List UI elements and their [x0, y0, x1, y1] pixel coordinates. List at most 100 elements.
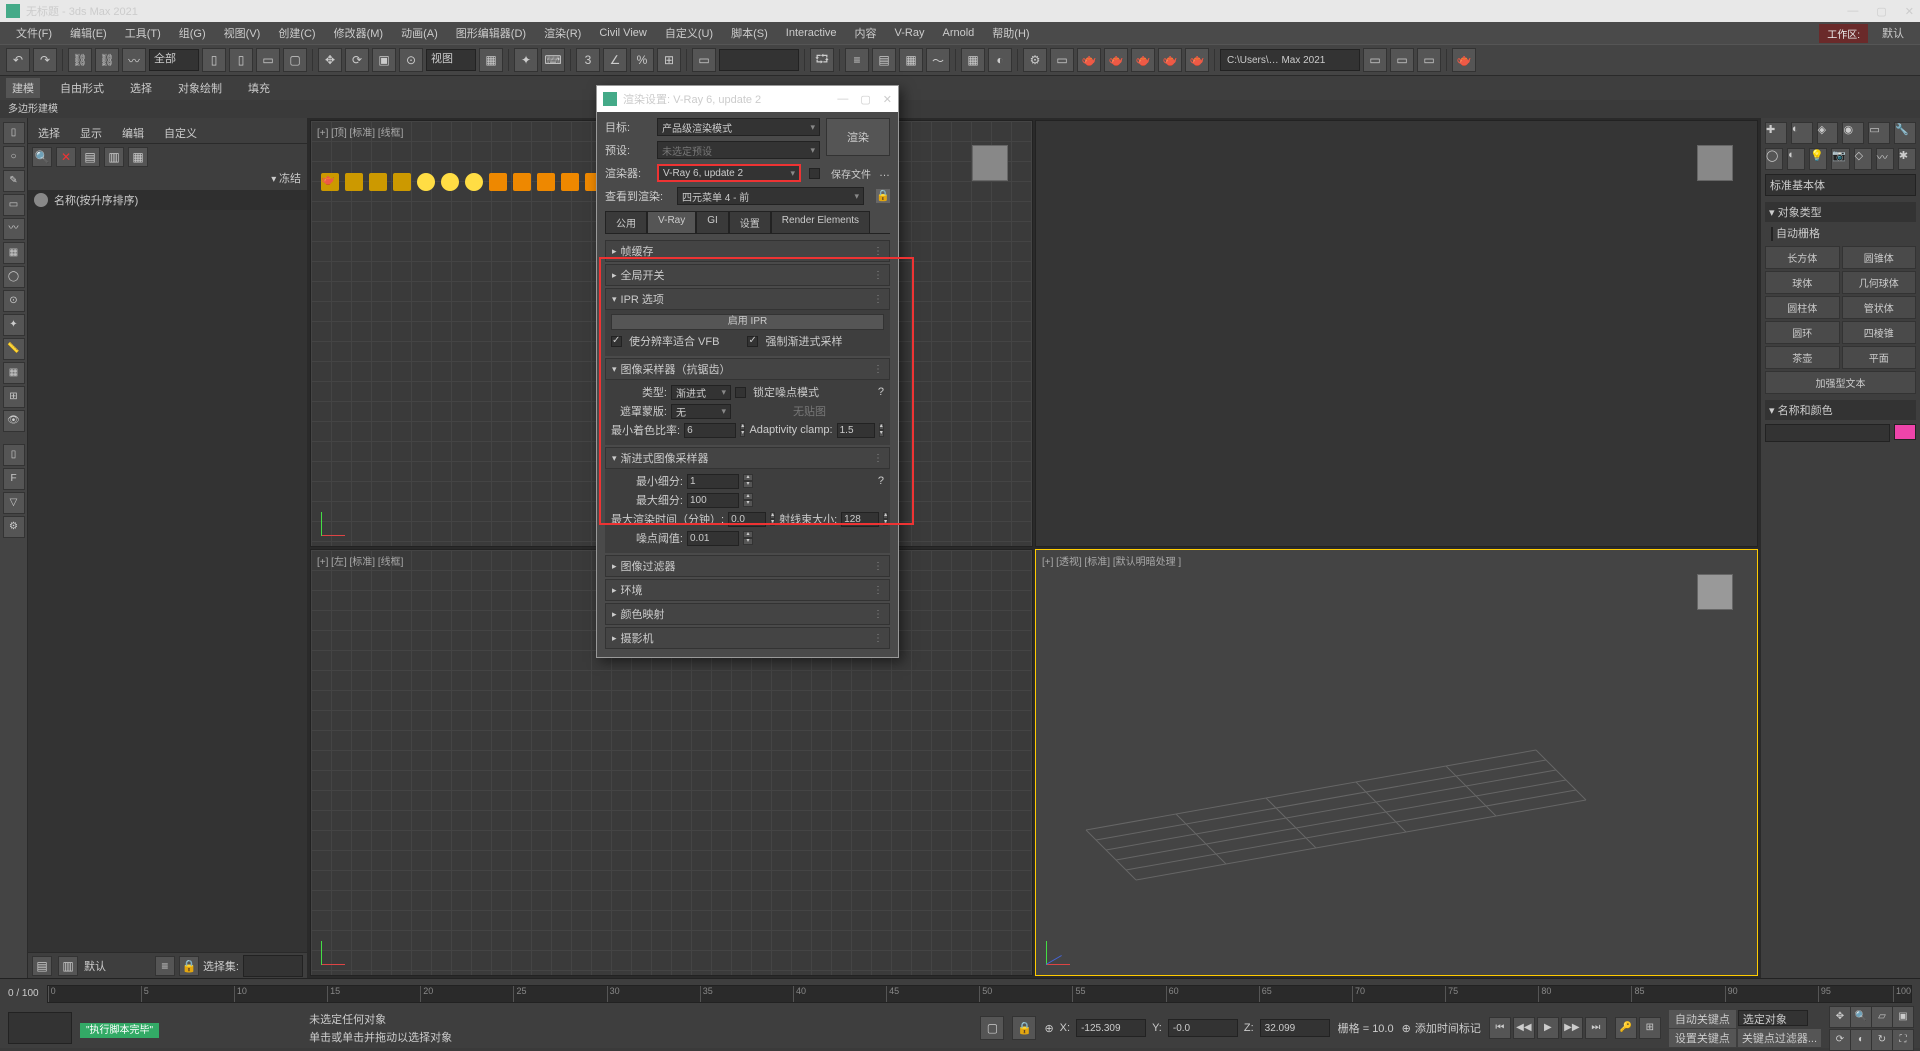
menu-edit[interactable]: 编辑(E)	[62, 23, 115, 43]
menu-customize[interactable]: 自定义(U)	[657, 23, 721, 43]
redo-button[interactable]: ↷	[33, 48, 57, 72]
dialog-minimize-button[interactable]: —	[837, 93, 848, 106]
viewcube-front[interactable]	[1685, 133, 1745, 193]
savefile-more[interactable]: …	[879, 167, 890, 179]
coord-y-input[interactable]	[1168, 1019, 1238, 1037]
undo-button[interactable]: ↶	[6, 48, 30, 72]
scene-tab-display[interactable]: 显示	[74, 123, 108, 143]
rollout-global[interactable]: 全局开关⋮	[605, 264, 890, 286]
preset-dropdown[interactable]: 未选定预设	[657, 141, 820, 159]
dialog-maximize-button[interactable]: ▢	[860, 93, 870, 106]
progressive-help-icon[interactable]: ?	[878, 475, 884, 487]
tab-settings[interactable]: 设置	[729, 211, 771, 233]
menu-animation[interactable]: 动画(A)	[393, 23, 446, 43]
obj-geosphere[interactable]: 几何球体	[1842, 271, 1917, 294]
menu-tools[interactable]: 工具(T)	[117, 23, 169, 43]
snap-tool-icon[interactable]: ⊞	[3, 386, 25, 408]
minsubdiv-input[interactable]	[687, 474, 739, 489]
vray-vfb-button[interactable]: ▭	[1363, 48, 1387, 72]
scene-tab-select[interactable]: 选择	[32, 123, 66, 143]
render-teapot5-icon[interactable]: 🫖	[1185, 48, 1209, 72]
named-selset-button[interactable]: ▭	[692, 48, 716, 72]
enable-ipr-button[interactable]: 启用 IPR	[611, 314, 884, 330]
sampler-type-dropdown[interactable]: 渐进式	[671, 385, 731, 400]
selset-dropdown[interactable]	[243, 955, 303, 977]
hierarchy-tab-icon[interactable]: ◈	[1817, 122, 1839, 144]
material-editor-button[interactable]: ◐	[988, 48, 1012, 72]
primitive-type-dropdown[interactable]: 标准基本体	[1765, 174, 1916, 196]
fit-vfb-checkbox[interactable]	[611, 336, 622, 347]
renderer-dropdown[interactable]: V-Ray 6, update 2	[657, 164, 801, 182]
selset-lock-icon[interactable]: 🔒	[179, 956, 199, 976]
scene-clear-icon[interactable]: ✕	[56, 147, 76, 167]
obj-cone[interactable]: 圆锥体	[1842, 246, 1917, 269]
schematic-button[interactable]: ▦	[961, 48, 985, 72]
bundle-spinner[interactable]: ▴▾	[883, 512, 888, 526]
bundle-input[interactable]	[841, 512, 879, 527]
vray-teapot-icon[interactable]: 🫖	[1452, 48, 1476, 72]
timetag-label[interactable]: 添加时间标记	[1415, 1020, 1481, 1036]
filter-icon[interactable]: ▽	[3, 492, 25, 514]
nav-dolly-icon[interactable]: ◐	[1850, 1029, 1872, 1051]
rollout-sampler[interactable]: 图像采样器（抗锯齿）⋮	[605, 358, 890, 380]
adaptivity-input[interactable]	[837, 423, 875, 438]
asset-light3-icon[interactable]	[465, 173, 483, 191]
coord-z-input[interactable]	[1260, 1019, 1330, 1037]
nav-zoom-icon[interactable]: 🔍	[1850, 1006, 1872, 1028]
systems-cat-icon[interactable]: ✱	[1898, 148, 1916, 170]
helpers-cat-icon[interactable]: ◇	[1854, 148, 1872, 170]
asset-geo4-icon[interactable]	[561, 173, 579, 191]
minsubdiv-spinner[interactable]: ▴▾	[743, 474, 753, 488]
menu-vray[interactable]: V-Ray	[887, 25, 933, 41]
obj-teapot[interactable]: 茶壶	[1765, 346, 1840, 369]
layer-nav1-icon[interactable]: ▤	[32, 956, 52, 976]
render-teapot4-icon[interactable]: 🫖	[1158, 48, 1182, 72]
obj-torus[interactable]: 圆环	[1765, 321, 1840, 344]
vray-settings-button[interactable]: ▭	[1417, 48, 1441, 72]
tab-renderelements[interactable]: Render Elements	[771, 211, 870, 233]
force-progressive-checkbox[interactable]	[747, 336, 758, 347]
panel1-icon[interactable]: ▯	[3, 444, 25, 466]
keyboard-button[interactable]: ⌨	[541, 48, 565, 72]
prev-frame-button[interactable]: ◀◀	[1513, 1017, 1535, 1039]
menu-group[interactable]: 组(G)	[171, 23, 214, 43]
menu-help[interactable]: 帮助(H)	[984, 23, 1037, 43]
measure-tool-icon[interactable]: 📏	[3, 338, 25, 360]
goto-start-button[interactable]: ⏮	[1489, 1017, 1511, 1039]
wand-tool-icon[interactable]: ✦	[3, 314, 25, 336]
dialog-titlebar[interactable]: 渲染设置: V-Ray 6, update 2 — ▢ ✕	[597, 86, 898, 112]
objtype-section[interactable]: ▾ 对象类型	[1765, 202, 1916, 222]
isolate-icon[interactable]: ▢	[980, 1016, 1004, 1040]
percent-snap-button[interactable]: %	[630, 48, 654, 72]
rollout-progressive[interactable]: 渐进式图像采样器⋮	[605, 447, 890, 469]
scene-tab-edit[interactable]: 编辑	[116, 123, 150, 143]
menu-civilview[interactable]: Civil View	[591, 25, 654, 41]
render-button[interactable]: 渲染	[826, 118, 890, 156]
nav-orbit-icon[interactable]: ⟳	[1829, 1029, 1851, 1051]
obj-cylinder[interactable]: 圆柱体	[1765, 296, 1840, 319]
dialog-close-button[interactable]: ✕	[883, 93, 892, 106]
menu-file[interactable]: 文件(F)	[8, 23, 60, 43]
pivot-button[interactable]: ▦	[479, 48, 503, 72]
maxtime-input[interactable]	[728, 512, 766, 527]
select-region-button[interactable]: ▭	[256, 48, 280, 72]
menu-arnold[interactable]: Arnold	[935, 25, 983, 41]
maxsubdiv-spinner[interactable]: ▴▾	[743, 493, 753, 507]
modify-tab-icon[interactable]: ◐	[1791, 122, 1813, 144]
render-teapot1-icon[interactable]: 🫖	[1077, 48, 1101, 72]
lights-cat-icon[interactable]: 💡	[1809, 148, 1827, 170]
eye-tool-icon[interactable]: 👁	[3, 410, 25, 432]
minshade-spinner[interactable]: ▴▾	[740, 423, 745, 437]
move-button[interactable]: ✥	[318, 48, 342, 72]
menu-interactive[interactable]: Interactive	[778, 25, 845, 41]
obj-pyramid[interactable]: 四棱锥	[1842, 321, 1917, 344]
minimize-button[interactable]: —	[1847, 5, 1858, 18]
goto-end-button[interactable]: ⏭	[1585, 1017, 1607, 1039]
unlink-button[interactable]: ⛓	[95, 48, 119, 72]
tab-common[interactable]: 公用	[605, 211, 647, 233]
display-tab-icon[interactable]: ▭	[1868, 122, 1890, 144]
time-ruler[interactable]: 05 1015 2025 3035 4045 5055 6065 7075 80…	[47, 985, 1912, 1003]
lock-selection-icon[interactable]: 🔒	[1012, 1016, 1036, 1040]
maximize-button[interactable]: ▢	[1876, 5, 1886, 18]
nav-max-icon[interactable]: ⛶	[1892, 1029, 1914, 1051]
